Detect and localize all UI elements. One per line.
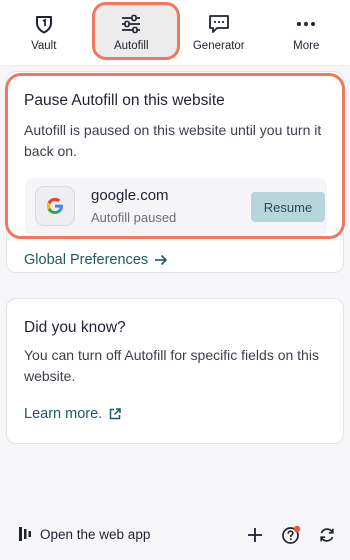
nav-generator-label: Generator [192, 40, 245, 52]
top-nav: Vault Autofill Generator More [0, 0, 350, 66]
global-preferences-link[interactable]: Global Preferences [24, 252, 168, 268]
site-row: google.com Autofill paused Resume [25, 178, 327, 236]
nav-vault-label: Vault [31, 40, 57, 52]
nav-autofill[interactable]: Autofill [90, 0, 181, 65]
pause-title: Pause Autofill on this website [24, 92, 225, 109]
notification-dot [293, 525, 301, 533]
add-icon[interactable] [244, 524, 266, 546]
pause-description: Autofill is paused on this website until… [24, 122, 322, 159]
external-link-icon [109, 408, 121, 420]
site-name: google.com [91, 187, 169, 204]
global-preferences-label: Global Preferences [24, 252, 149, 268]
app-logo-icon [18, 526, 32, 542]
help-icon[interactable] [280, 524, 302, 546]
sync-icon[interactable] [316, 524, 338, 546]
nav-more-label: More [293, 40, 320, 52]
resume-button[interactable]: Resume [251, 192, 325, 222]
site-status: Autofill paused [91, 210, 177, 225]
open-web-app-link[interactable]: Open the web app [18, 526, 150, 542]
nav-vault[interactable]: Vault [3, 0, 85, 65]
more-dots-icon [295, 13, 317, 35]
generator-chat-icon [208, 13, 230, 35]
vault-shield-icon [33, 13, 55, 35]
nav-generator[interactable]: Generator [178, 0, 260, 65]
tip-title: Did you know? [24, 319, 126, 336]
bottom-bar: Open the web app [0, 510, 350, 560]
learn-more-link[interactable]: Learn more. [24, 406, 121, 422]
open-web-app-label: Open the web app [40, 526, 151, 542]
google-logo-icon [35, 186, 75, 226]
pause-autofill-card: Pause Autofill on this website Autofill … [6, 71, 344, 273]
sliders-icon [120, 13, 142, 35]
learn-more-label: Learn more. [24, 406, 103, 422]
tip-description: You can turn off Autofill for specific f… [24, 347, 319, 384]
arrow-right-icon [154, 254, 168, 266]
did-you-know-card: Did you know? You can turn off Autofill … [6, 298, 344, 444]
nav-autofill-label: Autofill [113, 40, 149, 52]
nav-more[interactable]: More [265, 0, 347, 65]
